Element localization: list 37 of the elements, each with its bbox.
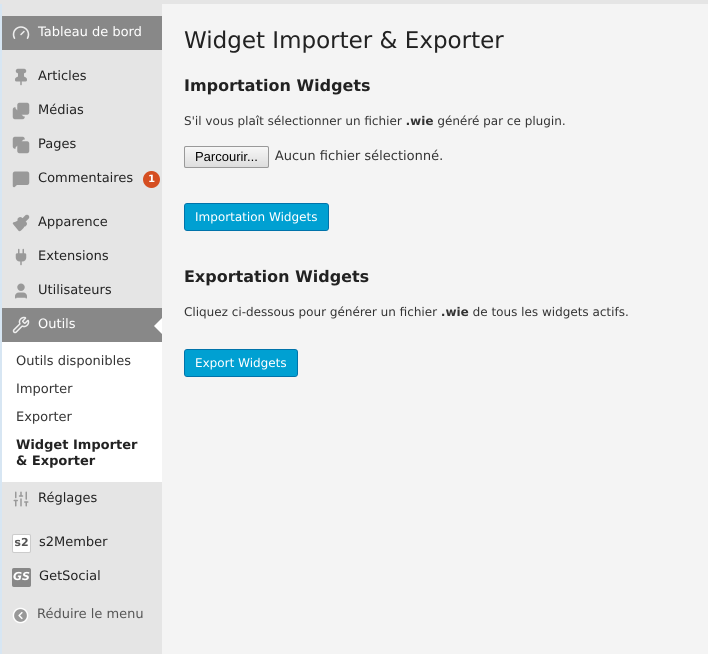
submenu-item[interactable]: Widget Importer & Exporter: [2, 434, 162, 474]
menu-item[interactable]: Commentaires 1: [2, 162, 162, 196]
submenu-item[interactable]: Importer: [2, 378, 162, 402]
instruction-text: S'il vous plaît sélectionner un fichier .wie généré par ce plugin.: [184, 113, 567, 130]
menu-item[interactable]: Outils: [2, 308, 162, 342]
instruction-text: Cliquez ci-dessous pour générer un fichier .wie de tous les widgets actifs.: [184, 304, 630, 321]
menu-item[interactable]: Extensions: [2, 240, 162, 274]
pin-icon: [12, 68, 30, 86]
menu-item[interactable]: Articles: [2, 60, 162, 94]
page-title: Widget Importer & Exporter: [184, 27, 505, 56]
wrench-icon: [12, 316, 30, 334]
browse-button[interactable]: Parcourir...: [184, 146, 269, 168]
menu-item[interactable]: Tableau de bord: [2, 16, 162, 50]
pages-icon: [12, 136, 30, 154]
menu-item[interactable]: GS GetSocial: [2, 560, 162, 594]
plugin-icon: s2: [12, 534, 31, 552]
sliders-icon: [12, 490, 30, 508]
paintbrush-icon: [12, 214, 30, 232]
section-heading: Importation Widgets: [184, 75, 372, 97]
file-status-text: Aucun fichier sélectionné.: [274, 148, 444, 166]
menu-item[interactable]: Pages: [2, 128, 162, 162]
speech-bubble-icon: [12, 170, 30, 188]
submenu-item[interactable]: Outils disponibles: [2, 350, 162, 374]
gauge-icon: [12, 24, 30, 42]
menu-item[interactable]: Médias: [2, 94, 162, 128]
menu-item[interactable]: s2 s2Member: [2, 526, 162, 560]
menu-item[interactable]: Apparence: [2, 206, 162, 240]
submenu-item[interactable]: Exporter: [2, 406, 162, 430]
collapse-icon: [12, 606, 29, 624]
section-heading: Exportation Widgets: [184, 266, 370, 288]
user-icon: [12, 282, 30, 300]
collapse-menu-button[interactable]: Réduire le menu: [2, 600, 162, 630]
menu-item[interactable]: Utilisateurs: [2, 274, 162, 308]
images-icon: [12, 102, 30, 120]
count-badge: 1: [143, 170, 160, 188]
menu-item[interactable]: Réglages: [2, 482, 162, 516]
plugin-icon: GS: [12, 568, 31, 586]
